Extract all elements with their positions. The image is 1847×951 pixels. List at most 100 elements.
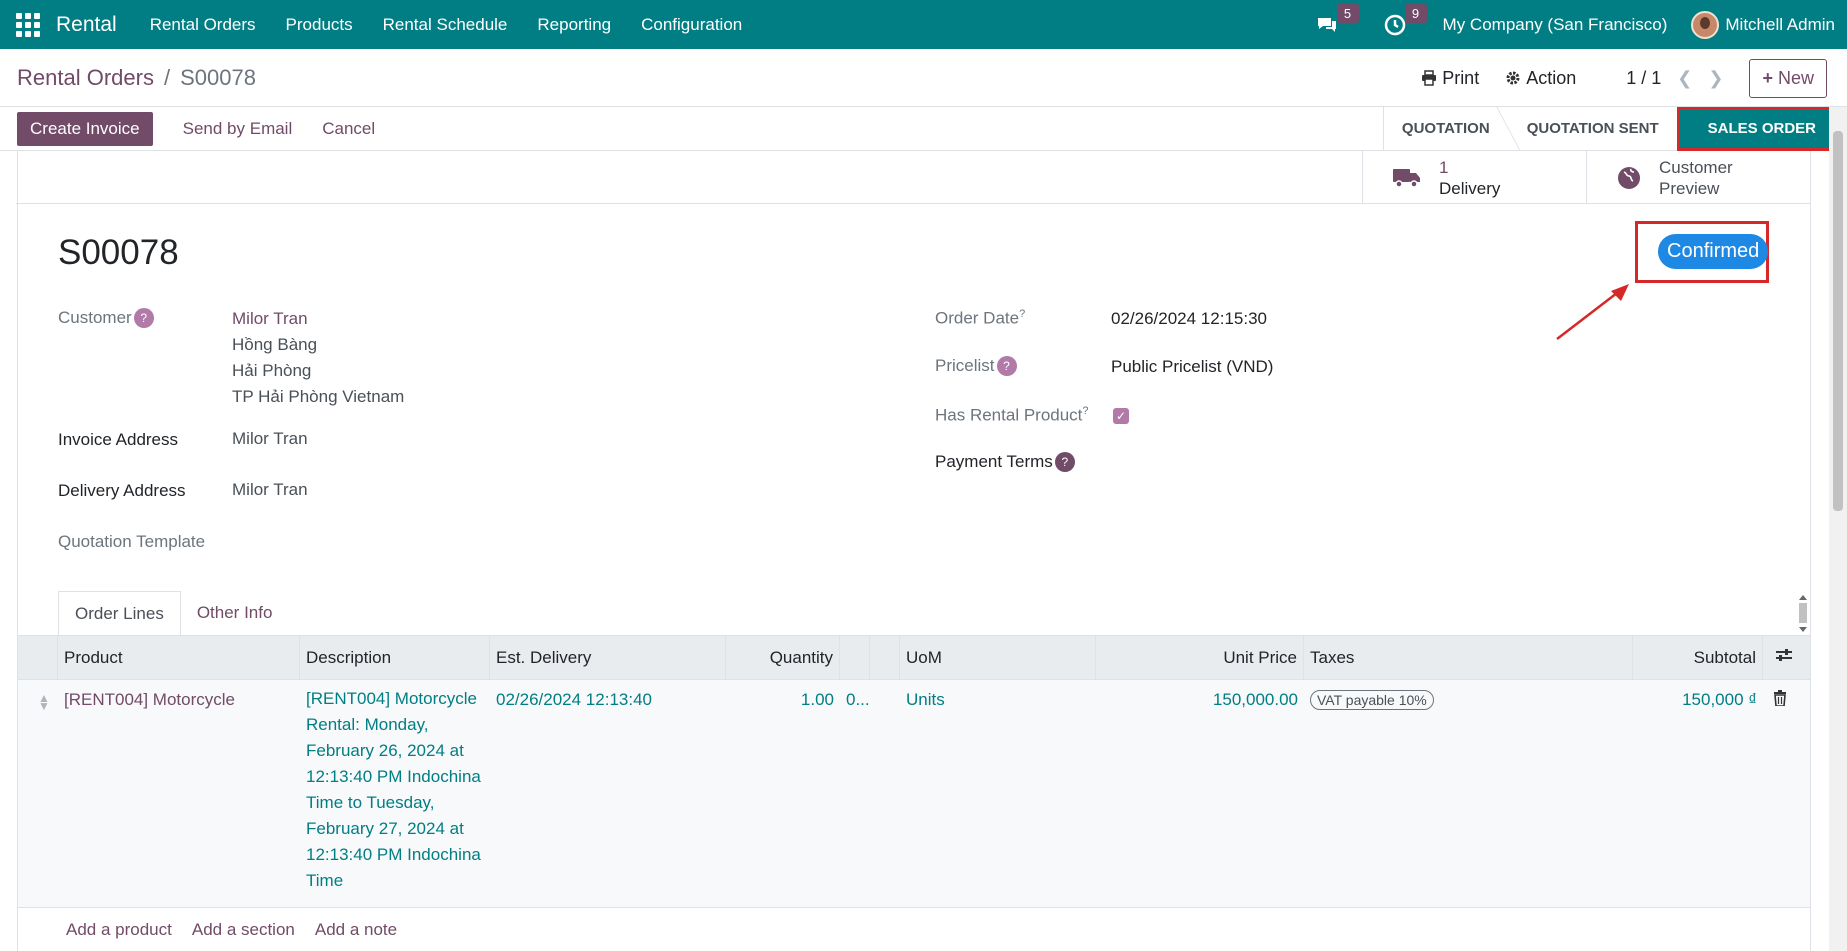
header-subtotal[interactable]: Subtotal [1633, 635, 1763, 680]
row-uom[interactable]: Units [900, 680, 1096, 907]
header-description[interactable]: Description [300, 635, 490, 680]
row-unit-price[interactable]: 150,000.00 [1096, 680, 1304, 907]
header-uom[interactable]: UoM [900, 635, 1096, 680]
menu-rental-orders[interactable]: Rental Orders [150, 15, 256, 35]
add-note-link[interactable]: Add a note [315, 920, 397, 940]
pricelist-help-icon[interactable]: ? [996, 356, 1017, 376]
order-date-label: Order Date? [935, 308, 1026, 328]
delete-row-trash-icon[interactable] [1763, 680, 1808, 907]
invoice-address-label: Invoice Address [58, 430, 179, 449]
has-rental-product-label: Has Rental Product? [935, 405, 1089, 425]
table-row[interactable]: ▲ ▼ [RENT004] Motorcycle [RENT004] Motorc… [18, 680, 1810, 908]
table-scroll-arrows[interactable] [1796, 591, 1810, 636]
customer-address-line1: Hồng Bàng [232, 335, 318, 354]
breadcrumb-separator: / [163, 64, 171, 90]
app-menu-icon[interactable] [16, 12, 44, 37]
status-badge: Confirmed [1658, 234, 1769, 269]
pager-previous-icon[interactable]: ❮ [1677, 68, 1692, 89]
customer-preview-smart-button[interactable]: Customer Preview [1586, 151, 1810, 204]
header-unit-price[interactable]: Unit Price [1096, 635, 1304, 680]
menu-rental-schedule[interactable]: Rental Schedule [383, 15, 508, 35]
breadcrumb-current: S00078 [180, 64, 256, 90]
print-button[interactable]: Print [1421, 68, 1479, 89]
stage-quotation[interactable]: QUOTATION [1384, 107, 1508, 151]
cancel-button[interactable]: Cancel [322, 119, 375, 139]
row-taxes[interactable]: VAT payable 10% [1304, 680, 1633, 907]
delivery-address-value[interactable]: Milor Tran [232, 477, 308, 503]
stage-sales-order[interactable]: SALES ORDER [1676, 107, 1837, 151]
gear-icon [1506, 71, 1520, 85]
row-subtotal: 150,000 ₫ [1682, 690, 1757, 709]
truck-icon [1393, 168, 1420, 188]
pager-next-icon[interactable]: ❯ [1708, 68, 1723, 89]
send-by-email-button[interactable]: Send by Email [183, 119, 293, 139]
menu-reporting[interactable]: Reporting [537, 15, 611, 35]
row-extra[interactable]: 0... [840, 680, 900, 907]
header-quantity[interactable]: Quantity [726, 635, 840, 680]
app-name[interactable]: Rental [56, 13, 117, 37]
form-sheet: 1 Delivery Customer Preview S00078 Confi… [16, 151, 1811, 951]
messages-icon[interactable]: 5 [1315, 2, 1359, 37]
preview-label-line2: Preview [1659, 178, 1720, 198]
company-switcher[interactable]: My Company (San Francisco) [1443, 15, 1668, 35]
pager-value[interactable]: 1 / 1 [1626, 68, 1661, 89]
payment-terms-label: Payment Terms? [935, 452, 1075, 472]
order-date-value[interactable]: 02/26/2024 12:15:30 [1111, 306, 1267, 332]
header-product[interactable]: Product [58, 635, 300, 680]
breadcrumb-rental-orders[interactable]: Rental Orders [17, 65, 154, 91]
customer-name[interactable]: Milor Tran [232, 306, 308, 332]
action-button[interactable]: Action [1505, 68, 1576, 89]
delivery-smart-button[interactable]: 1 Delivery [1362, 151, 1586, 204]
pricelist-value[interactable]: Public Pricelist (VND) [1111, 354, 1273, 380]
user-avatar[interactable] [1691, 10, 1720, 39]
page-scrollbar-thumb[interactable] [1833, 131, 1843, 511]
delivery-address-label: Delivery Address [58, 481, 186, 500]
breadcrumb: Rental Orders / S00078 [17, 65, 256, 91]
stage-pipeline: QUOTATION QUOTATION SENT SALES ORDER [1382, 107, 1837, 151]
user-name[interactable]: Mitchell Admin [1725, 15, 1835, 35]
invoice-address-value[interactable]: Milor Tran [232, 426, 308, 452]
menu-products[interactable]: Products [286, 15, 353, 35]
add-section-link[interactable]: Add a section [192, 920, 295, 940]
customer-address-line3: TP Hải Phòng Vietnam [232, 387, 405, 406]
stage-quotation-sent[interactable]: QUOTATION SENT [1509, 107, 1677, 151]
add-product-link[interactable]: Add a product [66, 920, 172, 940]
plus-icon: + [1762, 67, 1773, 88]
globe-icon [1618, 166, 1640, 189]
status-highlight-box: Confirmed [1635, 221, 1769, 283]
row-description[interactable]: [RENT004] Motorcycle Rental: Monday, Feb… [300, 680, 490, 907]
header-extra-a [840, 635, 870, 680]
delivery-count: 1 [1439, 157, 1449, 177]
has-rental-help-icon[interactable]: ? [1082, 405, 1088, 417]
tab-order-lines[interactable]: Order Lines [58, 591, 181, 636]
main-menu: Rental Orders Products Rental Schedule R… [135, 15, 758, 35]
record-title: S00078 [58, 233, 179, 272]
new-button[interactable]: + New [1749, 58, 1827, 98]
tab-other-info[interactable]: Other Info [181, 591, 289, 636]
menu-configuration[interactable]: Configuration [641, 15, 742, 35]
row-product[interactable]: [RENT004] Motorcycle [58, 680, 300, 907]
row-drag-handle-icon[interactable]: ▲ ▼ [18, 680, 58, 907]
order-date-help-icon[interactable]: ? [1019, 308, 1025, 320]
preview-label-line1: Customer [1659, 157, 1733, 177]
action-label: Action [1526, 67, 1577, 88]
page-scrollbar[interactable] [1829, 107, 1847, 951]
row-quantity[interactable]: 1.00 [726, 680, 840, 907]
create-invoice-button[interactable]: Create Invoice [17, 111, 153, 146]
header-taxes[interactable]: Taxes [1304, 635, 1633, 680]
header-est-delivery[interactable]: Est. Delivery [490, 635, 726, 680]
activities-clock-icon[interactable]: 9 [1383, 2, 1427, 37]
payment-terms-help-icon[interactable]: ? [1054, 452, 1075, 472]
optional-columns-icon[interactable] [1763, 635, 1808, 680]
print-label: Print [1442, 67, 1480, 88]
activities-badge: 9 [1404, 2, 1427, 24]
topbar-systray: 5 9 My Company (San Francisco) Mitchell … [1301, 0, 1835, 49]
new-label: New [1777, 67, 1814, 88]
row-est-delivery[interactable]: 02/26/2024 12:13:40 [490, 680, 726, 907]
control-actions: Print Action 1 / 1 ❮ ❯ + New [1395, 57, 1827, 99]
order-lines-table: Product Description Est. Delivery Quanti… [18, 635, 1810, 951]
top-navbar: Rental Rental Orders Products Rental Sch… [0, 0, 1847, 49]
has-rental-product-checkbox[interactable]: ✓ [1113, 408, 1129, 424]
quotation-template-label: Quotation Template [58, 532, 206, 551]
customer-help-icon[interactable]: ? [133, 308, 154, 328]
